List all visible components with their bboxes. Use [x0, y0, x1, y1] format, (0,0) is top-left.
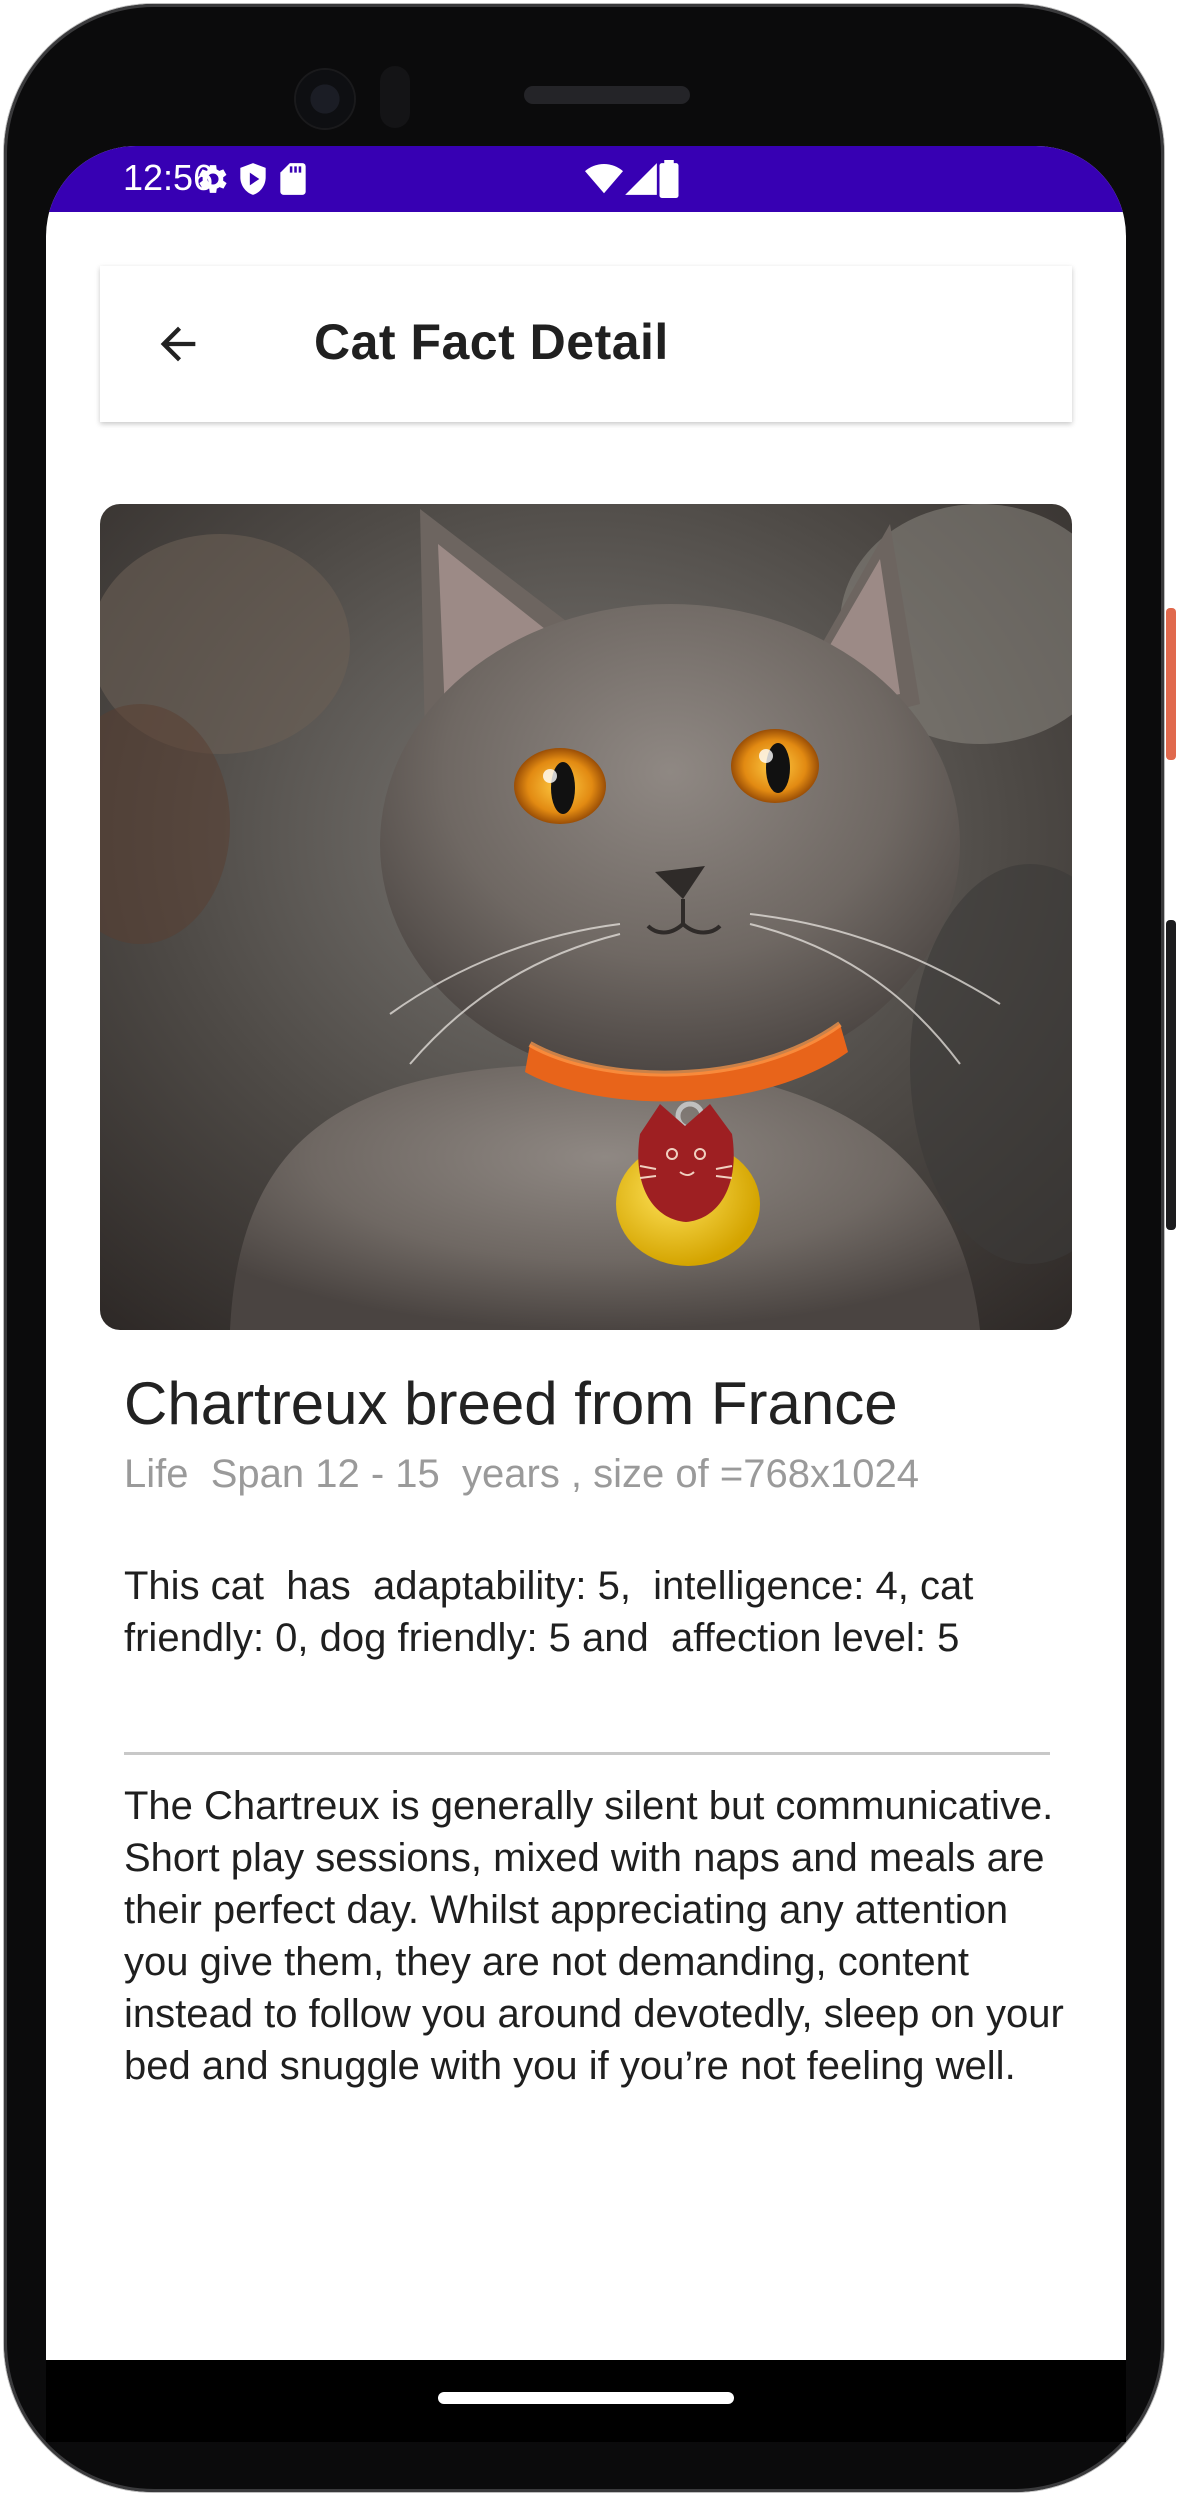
front-camera — [296, 70, 354, 128]
phone-frame: 12:56 Cat Fact Detail Chartreux breed fr… — [0, 0, 1178, 2498]
home-gesture-handle[interactable] — [438, 2392, 734, 2404]
battery-icon — [659, 160, 679, 198]
divider — [124, 1752, 1050, 1755]
cat-photo — [100, 504, 1072, 1330]
cat-illustration — [100, 504, 1072, 1330]
sd-card-icon — [280, 163, 306, 195]
earpiece-speaker — [524, 86, 690, 104]
power-button — [1166, 608, 1176, 760]
arrow-left-icon[interactable] — [152, 318, 204, 370]
volume-button — [1166, 920, 1176, 1230]
breed-title: Chartreux breed from France — [124, 1370, 898, 1437]
status-bar: 12:56 — [46, 146, 1126, 212]
top-app-bar: Cat Fact Detail — [100, 266, 1072, 422]
breed-description: The Chartreux is generally silent but co… — [124, 1784, 1064, 2088]
shield-play-icon — [240, 163, 266, 195]
navigation-bar — [46, 2360, 1126, 2442]
wifi-icon — [585, 163, 623, 194]
page-title: Cat Fact Detail — [314, 314, 669, 370]
breed-stats: This cat has adaptability: 5, intelligen… — [124, 1564, 985, 1660]
gear-icon — [199, 165, 227, 193]
breed-subtitle: Life Span 12 - 15 years , size of =768x1… — [124, 1452, 919, 1496]
screen: 12:56 Cat Fact Detail Chartreux breed fr… — [46, 146, 1126, 2360]
proximity-sensor — [380, 66, 410, 128]
